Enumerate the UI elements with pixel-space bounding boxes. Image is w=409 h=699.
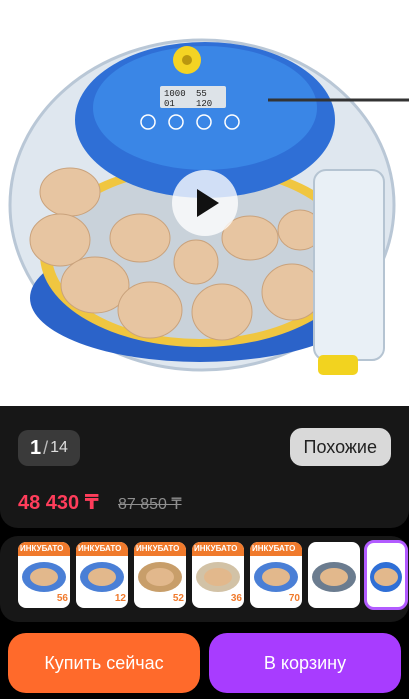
- thumbnail[interactable]: ИНКУБАТО 12: [76, 542, 128, 608]
- thumbnail-label: ИНКУБАТО: [134, 542, 186, 556]
- image-counter-total: 14: [50, 439, 68, 456]
- thumbnail-badge: 70: [288, 593, 300, 604]
- image-counter: 1 / 14: [18, 430, 80, 466]
- thumbnail[interactable]: ИНКУБАТО 52: [134, 542, 186, 608]
- thumbnail[interactable]: ИНКУБАТО 56: [18, 542, 70, 608]
- image-counter-separator: /: [43, 437, 49, 458]
- display-bottom-left: 01: [164, 99, 175, 109]
- product-image[interactable]: 1000 55 01 120: [0, 0, 409, 406]
- current-price: 48 430 ₸: [18, 492, 99, 514]
- thumbnail-label: ИНКУБАТО: [192, 542, 244, 556]
- thumbnail[interactable]: ИНКУБАТО 36: [192, 542, 244, 608]
- play-icon: [197, 189, 219, 217]
- old-price: 87 850 ₸: [118, 496, 182, 513]
- thumbnail-badge: 12: [114, 593, 126, 604]
- buy-now-button[interactable]: Купить сейчас: [8, 633, 200, 693]
- product-info-panel: 1 / 14 Похожие 48 430 ₸ 87 850 ₸: [0, 406, 409, 528]
- thumbnail-label: ИНКУБАТО: [250, 542, 302, 556]
- thumbnail-badge: 56: [56, 593, 68, 604]
- thumbnail-label: ИНКУБАТО: [76, 542, 128, 556]
- add-to-cart-button[interactable]: В корзину: [209, 633, 401, 693]
- similar-products-button[interactable]: Похожие: [289, 428, 391, 466]
- display-top: 1000: [164, 89, 186, 99]
- thumbnail-active[interactable]: [364, 540, 408, 610]
- thumbnail-label: ИНКУБАТО: [18, 542, 70, 556]
- thumbnail-badge: 36: [230, 593, 242, 604]
- thumbnail-strip[interactable]: ИНКУБАТО 56 ИНКУБАТО 12 ИНКУБАТО 52 ИНКУ…: [0, 536, 409, 622]
- thumbnail[interactable]: ИНКУБАТО 70: [250, 542, 302, 608]
- thumbnail-badge: 52: [172, 593, 184, 604]
- image-counter-current: 1: [30, 436, 42, 459]
- play-video-button[interactable]: [172, 170, 238, 236]
- display-bottom-right: 120: [196, 99, 212, 109]
- display-top-right: 55: [196, 89, 207, 99]
- thumbnail[interactable]: [308, 542, 360, 608]
